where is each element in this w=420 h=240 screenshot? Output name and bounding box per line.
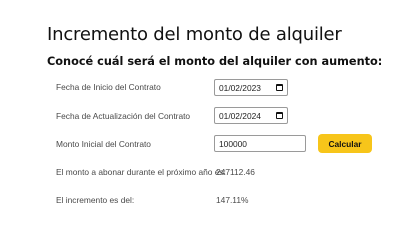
start-date-value: 01/02/2023: [219, 82, 261, 93]
update-date-input[interactable]: 01/02/2024: [214, 107, 288, 124]
start-date-input[interactable]: 01/02/2023: [214, 79, 288, 96]
increment-value: 147.11%: [216, 195, 249, 205]
initial-amount-value: 100000: [219, 138, 247, 149]
calculate-button[interactable]: Calcular: [318, 134, 372, 153]
initial-amount-input[interactable]: 100000: [214, 135, 306, 152]
rent-increase-calculator: Incremento del monto de alquiler Conocé …: [0, 0, 420, 226]
page-title: Incremento del monto de alquiler: [47, 24, 342, 45]
page-subtitle: Conocé cuál será el monto del alquiler c…: [47, 55, 383, 68]
next-year-amount-label: El monto a abonar durante el próximo año…: [56, 167, 226, 177]
next-year-amount-value: 247112.46: [216, 167, 255, 177]
calendar-icon[interactable]: [276, 84, 283, 91]
update-date-label: Fecha de Actualización del Contrato: [56, 111, 191, 121]
calendar-icon[interactable]: [276, 112, 283, 119]
start-date-label: Fecha de Inicio del Contrato: [56, 82, 161, 92]
update-date-value: 01/02/2024: [219, 110, 261, 121]
increment-label: El incremento es del:: [56, 195, 135, 205]
initial-amount-label: Monto Inicial del Contrato: [56, 139, 151, 149]
